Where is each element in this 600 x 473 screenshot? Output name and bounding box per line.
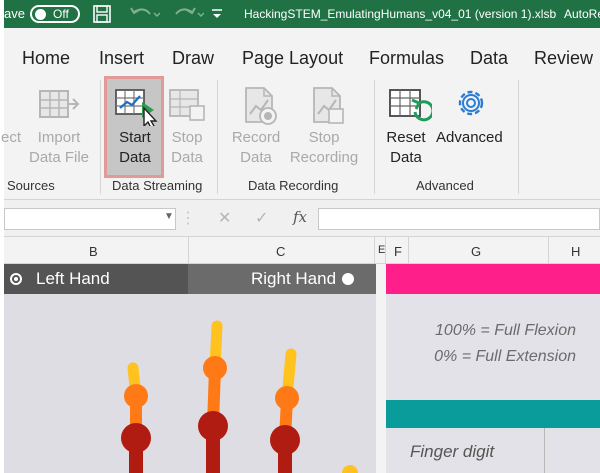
narrow-column (376, 264, 386, 473)
tab-data[interactable]: Data (470, 48, 508, 69)
hand-visualization (4, 294, 376, 473)
pink-header-band (386, 264, 600, 294)
flexion-legend: 100% = Full Flexion 0% = Full Extension (386, 294, 600, 400)
column-separator[interactable] (408, 237, 409, 265)
legend-full-flexion: 100% = Full Flexion (435, 322, 576, 339)
column-header-g[interactable]: G (471, 244, 481, 259)
import-line1: Import (37, 129, 81, 146)
autosave-toggle[interactable]: Off (30, 5, 80, 23)
group-separator (518, 80, 519, 194)
finger-flexion-graphic (121, 320, 358, 473)
group-separator (217, 80, 218, 194)
ribbon: ect Import Data File Sources Start Data (1, 72, 600, 200)
import-data-file-button[interactable]: Import Data File (27, 128, 91, 168)
tab-home[interactable]: Home (22, 48, 70, 69)
record-data-button[interactable]: Record Data (226, 128, 286, 168)
start-data-icon (115, 89, 158, 126)
more-options-icon[interactable]: ⋮ (180, 208, 196, 228)
finger-joint (198, 411, 228, 441)
reset-line1: Reset (386, 129, 426, 146)
start-line1: Start (119, 129, 151, 146)
reset-data-button[interactable]: Reset Data (380, 128, 432, 168)
record-line2: Data (240, 149, 272, 166)
finger-joint (203, 356, 227, 380)
start-line2: Data (119, 149, 151, 166)
stop-recording-line2: Recording (289, 149, 359, 166)
column-separator[interactable] (188, 237, 189, 265)
formula-input[interactable] (318, 208, 600, 230)
group-separator (374, 80, 375, 194)
left-hand-radio[interactable] (10, 273, 22, 285)
cell-separator (544, 428, 545, 473)
column-separator[interactable] (548, 237, 549, 265)
stop-data-line1: Stop (171, 129, 203, 146)
autorecover-label: AutoRe (564, 7, 600, 21)
reset-data-icon[interactable] (388, 86, 432, 126)
column-separator[interactable] (385, 237, 386, 265)
ribbon-tabs: Home Insert Draw Page Layout Formulas Da… (4, 28, 600, 72)
worksheet[interactable]: Left Hand Right Hand 100% = Full Flexion… (4, 264, 600, 473)
group-label-advanced: Advanced (416, 178, 474, 193)
left-hand-label[interactable]: Left Hand (36, 269, 110, 289)
group-label-data-streaming: Data Streaming (112, 178, 203, 193)
group-separator (100, 80, 101, 194)
autosave-state: Off (53, 7, 69, 21)
redo-icon[interactable] (170, 4, 204, 24)
group-label-data-recording: Data Recording (248, 178, 339, 193)
undo-icon[interactable] (126, 4, 160, 24)
customize-toolbar-icon[interactable] (210, 4, 224, 24)
import-data-file-icon[interactable] (38, 88, 80, 124)
finger-joint (121, 423, 151, 453)
name-box[interactable] (4, 208, 176, 230)
start-data-label: Start Data (107, 128, 163, 168)
finger-joint (275, 386, 299, 410)
record-line1: Record (231, 129, 281, 146)
stop-recording-icon[interactable] (308, 86, 348, 126)
group-label-sources: Sources (7, 178, 55, 193)
autosave-label: ave (4, 6, 25, 21)
right-hand-radio[interactable] (342, 273, 354, 285)
toggle-knob (35, 9, 46, 20)
column-header-b[interactable]: B (89, 244, 98, 259)
column-header-h[interactable]: H (571, 244, 580, 259)
legend-full-extension: 0% = Full Extension (434, 348, 576, 365)
reset-line2: Data (390, 149, 422, 166)
import-line2: Data File (28, 149, 90, 166)
chevron-down-icon[interactable]: ▼ (164, 211, 174, 222)
tab-formulas[interactable]: Formulas (369, 48, 444, 69)
stop-data-line2: Data (171, 149, 203, 166)
cancel-icon[interactable]: ✕ (218, 208, 231, 228)
tab-insert[interactable]: Insert (99, 48, 144, 69)
tab-page-layout[interactable]: Page Layout (242, 48, 343, 69)
enter-icon[interactable]: ✓ (255, 208, 268, 228)
finger-joint (124, 384, 148, 408)
stop-recording-line1: Stop (308, 129, 340, 146)
title-bar: ave Off HackingSTEM_EmulatingHumans_v04_… (4, 0, 600, 28)
column-headers: B C E F G H (4, 236, 600, 265)
right-hand-label[interactable]: Right Hand (251, 269, 336, 289)
stop-data-button[interactable]: Stop Data (164, 128, 210, 168)
formula-bar: ▼ ⋮ ✕ ✓ fx (4, 200, 600, 236)
finger-joint (270, 425, 300, 455)
stop-recording-button[interactable]: Stop Recording (286, 128, 362, 168)
gear-icon[interactable] (452, 84, 490, 122)
finger-digit-label: Finger digit (410, 442, 495, 461)
insert-function-icon[interactable]: fx (293, 208, 307, 226)
advanced-button[interactable]: Advanced (436, 128, 503, 148)
tab-draw[interactable]: Draw (172, 48, 214, 69)
tab-review[interactable]: Review (534, 48, 593, 69)
connect-label[interactable]: ect (1, 128, 21, 148)
save-icon[interactable] (92, 4, 112, 24)
column-header-c[interactable]: C (276, 244, 285, 259)
finger-digit-row: Finger digit (386, 428, 600, 473)
column-separator[interactable] (374, 237, 375, 265)
finger-joint (342, 465, 358, 473)
column-header-f[interactable]: F (394, 244, 402, 259)
record-data-icon[interactable] (240, 86, 280, 126)
stop-data-icon[interactable] (168, 88, 208, 124)
window-title: HackingSTEM_EmulatingHumans_v04_01 (vers… (244, 7, 557, 21)
teal-header-band (386, 400, 600, 428)
